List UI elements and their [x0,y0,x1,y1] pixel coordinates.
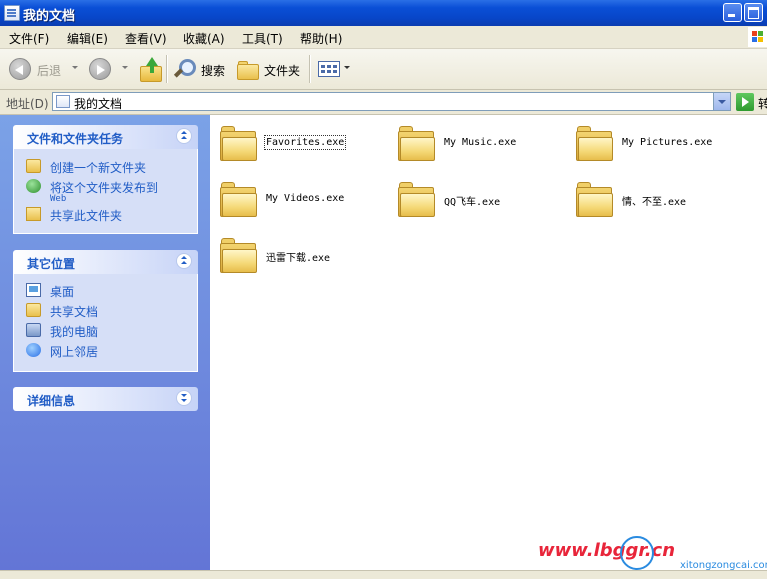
file-name[interactable]: QQ飞车.exe [444,193,500,208]
details-header[interactable]: 详细信息 [13,387,198,411]
go-arrow-icon[interactable] [736,93,754,111]
maximize-button[interactable] [744,3,763,22]
folder-icon[interactable] [220,181,258,217]
file-list: Favorites.exe My Music.exe My Pictures.e… [210,115,767,570]
window-title: 我的文档 [23,9,76,24]
forward-dropdown-icon[interactable] [122,66,128,69]
details-panel: 详细信息 [13,387,198,411]
expand-icon[interactable] [176,390,192,406]
file-item[interactable]: QQ飞车.exe [398,177,568,221]
address-dropdown-icon[interactable] [713,93,730,110]
minimize-button[interactable] [723,3,742,22]
shared-documents-icon [26,303,41,317]
place-label[interactable]: 网上邻居 [50,343,98,360]
folder-icon[interactable] [220,237,258,273]
other-places-panel: 其它位置 桌面 共享文档 我的电脑 网上邻居 [13,250,198,372]
folder-icon[interactable] [576,125,614,161]
watermark-logo-icon [620,536,654,570]
details-title: 详细信息 [27,394,76,408]
address-bar: 地址(D) 我的文档 转到 [0,90,767,128]
folders-button-label[interactable]: 文件夹 [264,62,300,79]
file-tasks-title: 文件和文件夹任务 [27,132,124,146]
toolbar-separator [166,55,168,83]
menu-help[interactable]: 帮助(H) [300,30,342,47]
folder-icon[interactable] [220,125,258,161]
back-arrow-icon[interactable] [9,58,31,80]
menu-edit[interactable]: 编辑(E) [67,30,108,47]
file-name[interactable]: 迅雷下载.exe [266,249,330,264]
place-label[interactable]: 桌面 [50,283,74,300]
file-name[interactable]: My Pictures.exe [622,137,712,148]
file-item[interactable]: My Pictures.exe [576,121,746,165]
share-folder-icon [26,207,41,221]
folder-icon[interactable] [576,181,614,217]
file-item[interactable]: Favorites.exe [220,121,390,165]
file-item[interactable]: My Music.exe [398,121,568,165]
watermark-url: www.lbggr.cn [538,540,676,561]
address-label: 地址(D) [6,97,49,111]
place-label[interactable]: 我的电脑 [50,323,98,340]
menu-bar: 文件(F) 编辑(E) 查看(V) 收藏(A) 工具(T) 帮助(H) [0,26,767,49]
collapse-icon[interactable] [176,128,192,144]
other-places-body: 桌面 共享文档 我的电脑 网上邻居 [13,274,198,372]
my-computer-icon [26,323,41,337]
file-name[interactable]: 情、不至.exe [622,193,686,208]
windows-logo-icon [748,27,767,47]
folders-icon[interactable] [237,60,259,80]
toolbar: 后退 搜索 文件夹 [0,49,767,90]
other-places-header[interactable]: 其它位置 [13,250,198,274]
search-button-label[interactable]: 搜索 [201,62,225,79]
views-icon[interactable] [318,61,340,77]
views-dropdown-icon[interactable] [344,66,350,69]
documents-icon [4,5,20,21]
menu-favorites[interactable]: 收藏(A) [183,30,225,47]
task-label[interactable]: 创建一个新文件夹 [50,159,146,176]
file-tasks-panel: 文件和文件夹任务 创建一个新文件夹 将这个文件夹发布到 Web 共享此文件夹 [13,125,198,234]
collapse-icon[interactable] [176,253,192,269]
file-name[interactable]: My Videos.exe [266,193,344,204]
file-name[interactable]: My Music.exe [444,137,516,148]
desktop-icon [26,283,41,297]
search-icon[interactable] [173,58,196,80]
file-name[interactable]: Favorites.exe [263,135,347,150]
address-value[interactable]: 我的文档 [74,95,122,112]
documents-icon [56,95,70,108]
task-label-continued[interactable]: Web [50,194,66,204]
network-places-icon [26,343,41,357]
place-label[interactable]: 共享文档 [50,303,98,320]
menu-tools[interactable]: 工具(T) [242,30,283,47]
task-pane: 文件和文件夹任务 创建一个新文件夹 将这个文件夹发布到 Web 共享此文件夹 其… [0,115,210,570]
publish-web-icon [26,179,41,193]
toolbar-separator [309,55,311,83]
menu-view[interactable]: 查看(V) [125,30,167,47]
file-item[interactable]: 迅雷下载.exe [220,233,390,277]
menu-file[interactable]: 文件(F) [9,30,49,47]
file-item[interactable]: 情、不至.exe [576,177,746,221]
file-item[interactable]: My Videos.exe [220,177,390,221]
back-button-label[interactable]: 后退 [37,62,61,79]
up-folder-icon[interactable] [139,57,162,82]
file-tasks-header[interactable]: 文件和文件夹任务 [13,125,198,149]
title-bar: 我的文档 [0,0,767,26]
back-dropdown-icon[interactable] [72,66,78,69]
task-label[interactable]: 共享此文件夹 [50,207,122,224]
other-places-title: 其它位置 [27,257,76,271]
folder-icon[interactable] [398,181,436,217]
new-folder-icon [26,159,41,173]
folder-icon[interactable] [398,125,436,161]
file-tasks-body: 创建一个新文件夹 将这个文件夹发布到 Web 共享此文件夹 [13,149,198,234]
address-input[interactable]: 我的文档 [52,92,731,111]
forward-arrow-icon[interactable] [89,58,111,80]
